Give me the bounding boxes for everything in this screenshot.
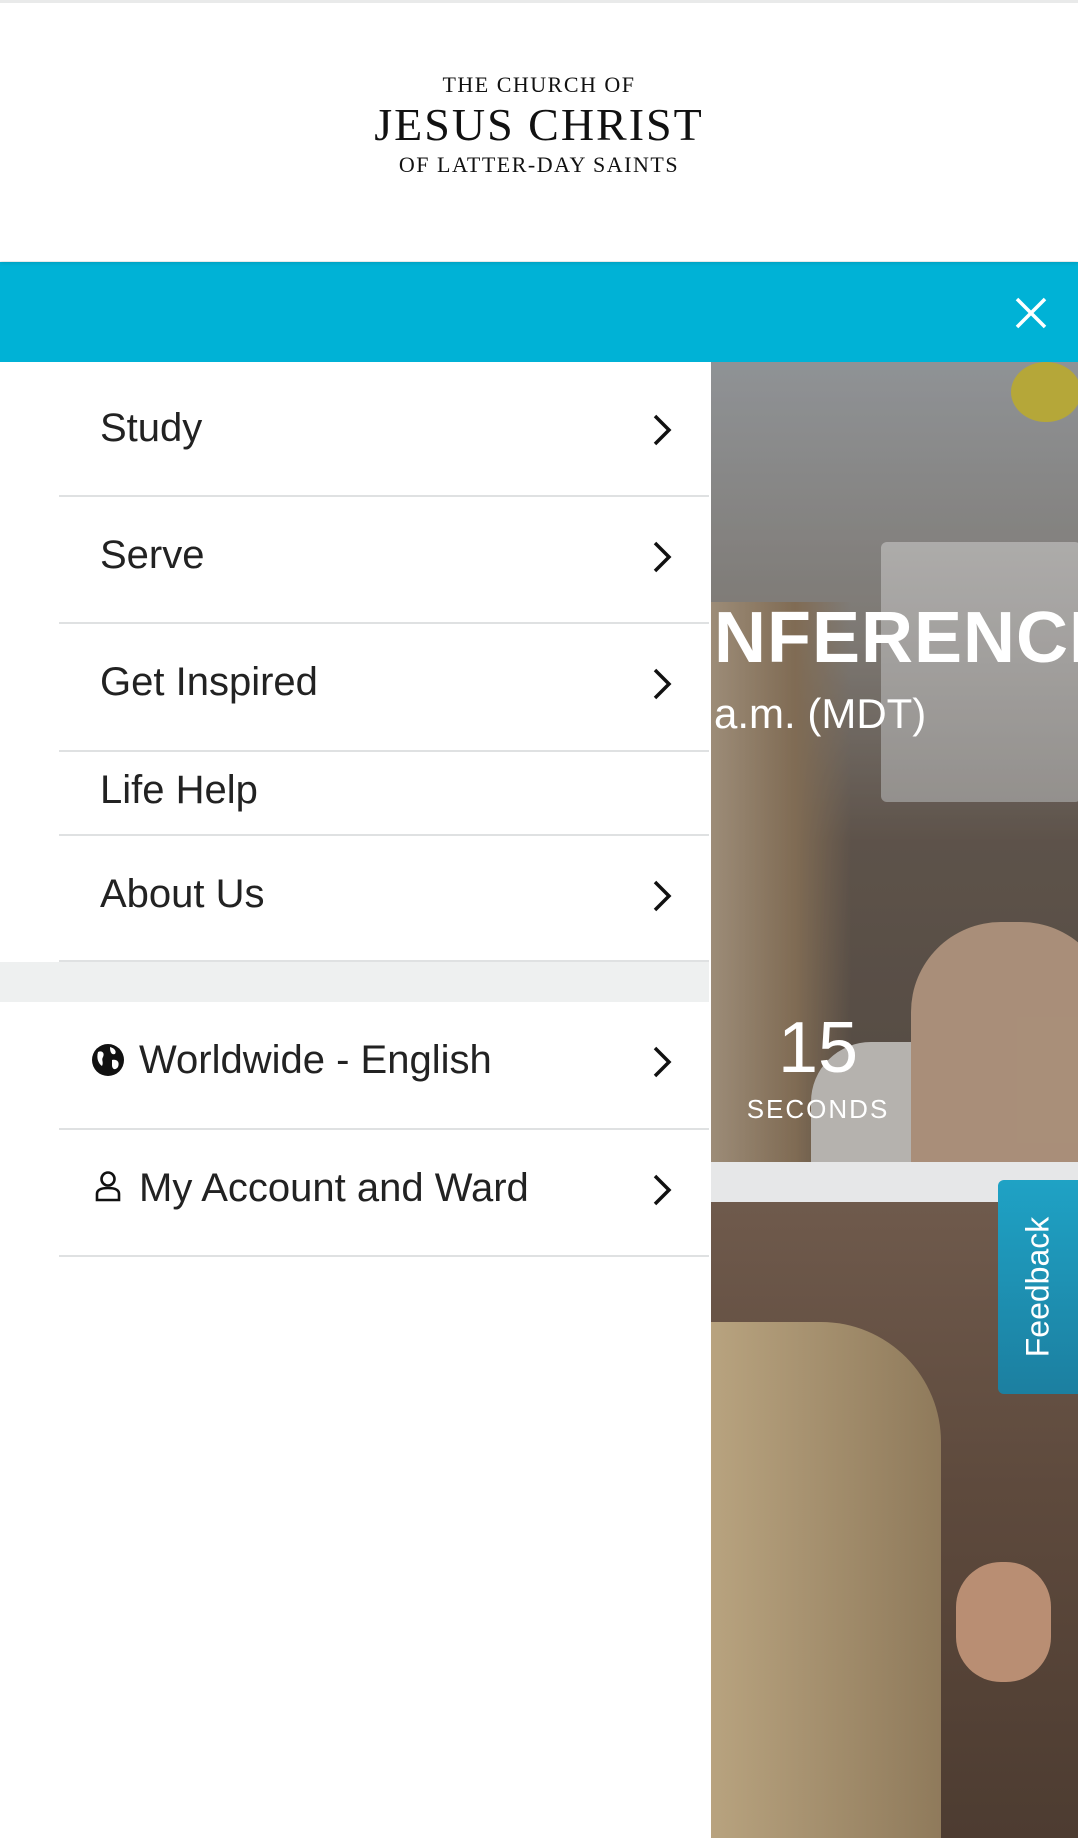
photo-face — [956, 1562, 1051, 1682]
hero-time: a.m. (MDT) — [714, 690, 927, 737]
countdown-label: SECONDS — [746, 1094, 890, 1124]
photo-robe — [711, 1322, 941, 1838]
menu-item-label: Worldwide - English — [139, 1038, 492, 1082]
church-logo[interactable]: THE CHURCH OF JESUS CHRIST OF LATTER-DAY… — [0, 71, 1078, 179]
logo-line-2: JESUS CHRIST — [374, 99, 704, 150]
feedback-button[interactable]: Feedback — [998, 1180, 1078, 1394]
menu-item-label: Life Help — [100, 768, 258, 812]
chevron-right-icon — [653, 1174, 672, 1206]
menu-top-bar — [0, 262, 1078, 362]
logo-line-1: THE CHURCH OF — [442, 72, 636, 97]
navigation-menu: Study Serve Get Inspired Life Help About… — [0, 362, 711, 1838]
hero-image[interactable]: NFERENCE a.m. (MDT) 15 SECONDS — [711, 362, 1078, 1182]
menu-item-get-inspired[interactable]: Get Inspired — [59, 624, 709, 752]
menu-item-account[interactable]: My Account and Ward — [59, 1130, 709, 1257]
menu-item-label: Serve — [100, 533, 205, 577]
globe-icon — [92, 1044, 124, 1076]
chevron-right-icon — [653, 880, 672, 912]
menu-item-label: My Account and Ward — [139, 1166, 529, 1210]
menu-item-label: Get Inspired — [100, 660, 318, 704]
countdown-value: 15 — [777, 1008, 859, 1088]
menu-item-life-help[interactable]: Life Help — [59, 752, 709, 836]
site-header: THE CHURCH OF JESUS CHRIST OF LATTER-DAY… — [0, 0, 1078, 261]
menu-item-label: Study — [100, 406, 203, 450]
hero-title: NFERENCE — [714, 598, 1078, 678]
menu-item-label: About Us — [100, 872, 265, 916]
feedback-label: Feedback — [1019, 1216, 1056, 1358]
close-icon — [1015, 297, 1047, 329]
logo-line-3: OF LATTER-DAY SAINTS — [398, 152, 680, 177]
chevron-right-icon — [653, 1046, 672, 1078]
close-menu-button[interactable] — [1006, 288, 1056, 338]
chevron-right-icon — [653, 414, 672, 446]
chevron-right-icon — [653, 668, 672, 700]
menu-item-serve[interactable]: Serve — [59, 497, 709, 624]
chevron-right-icon — [653, 541, 672, 573]
user-icon — [95, 1171, 121, 1202]
menu-item-about-us[interactable]: About Us — [59, 836, 709, 962]
background-page: NFERENCE a.m. (MDT) 15 SECONDS — [711, 362, 1078, 1838]
menu-section-divider — [0, 962, 709, 1002]
menu-item-language[interactable]: Worldwide - English — [59, 1002, 709, 1130]
menu-item-study[interactable]: Study — [59, 362, 709, 497]
